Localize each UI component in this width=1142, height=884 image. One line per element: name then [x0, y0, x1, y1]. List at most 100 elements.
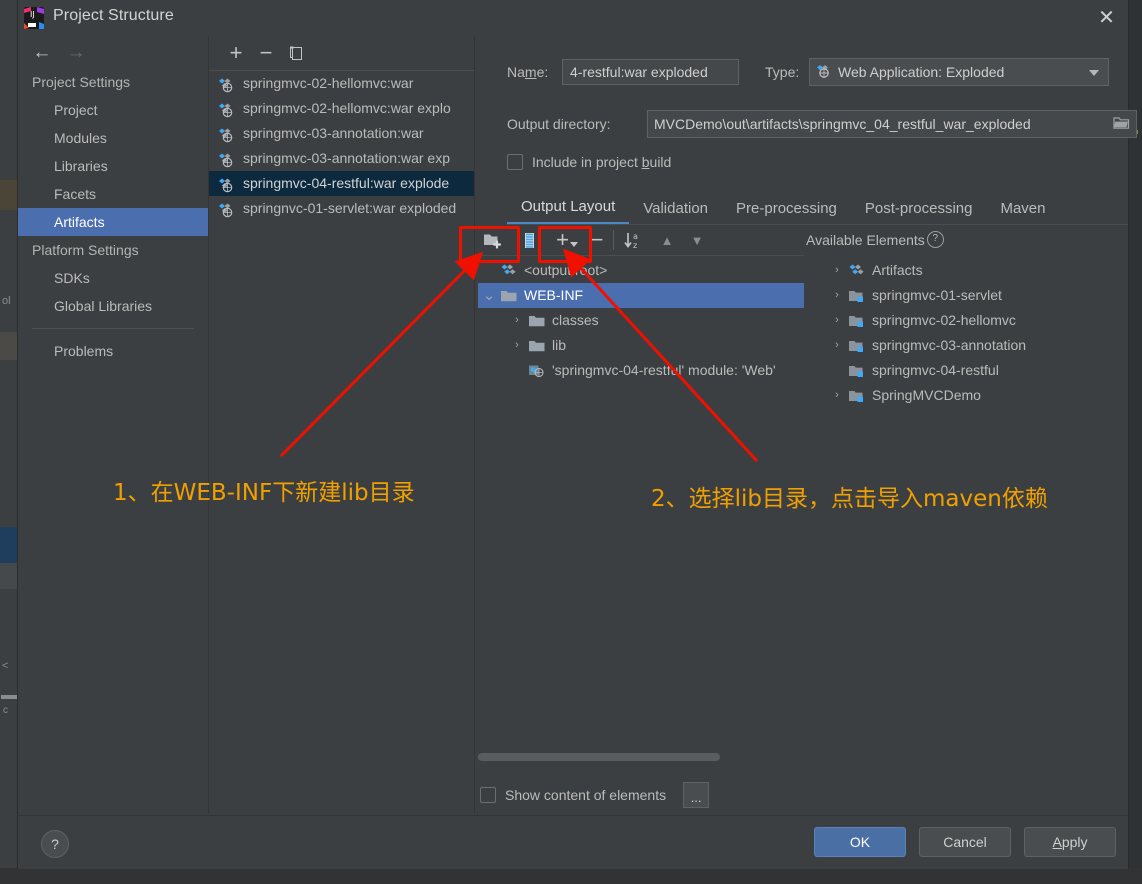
artifact-icon — [218, 126, 238, 142]
artifact-icon — [218, 76, 238, 92]
tab-output-layout[interactable]: Output Layout — [507, 192, 630, 224]
module-icon — [848, 339, 868, 353]
artifact-list-item-label: springnvc-01-servlet:war exploded — [243, 200, 457, 216]
bg-chunk-2 — [0, 332, 18, 360]
annotation-step-2: 2、选择lib目录，点击导入maven依赖 — [651, 486, 1048, 512]
artifact-list-item[interactable]: springmvc-04-restful:war explode — [209, 171, 474, 196]
artifact-type-select[interactable]: Web Application: Exploded — [809, 58, 1109, 86]
sidebar-item-problems[interactable]: Problems — [18, 337, 208, 365]
sidebar-item-artifacts[interactable]: Artifacts — [18, 208, 208, 236]
svg-text:z: z — [633, 241, 637, 250]
back-arrow-icon[interactable]: ← — [28, 42, 56, 64]
create-archive-icon[interactable] — [518, 226, 540, 254]
toolbar-divider — [613, 230, 614, 250]
sidebar-item-facets[interactable]: Facets — [18, 180, 208, 208]
artifact-list-item[interactable]: springmvc-02-hellomvc:war explo — [209, 96, 474, 121]
add-artifact-button[interactable]: + — [223, 40, 249, 66]
copy-artifact-icon[interactable] — [283, 40, 309, 66]
tree-node[interactable]: › classes — [478, 308, 804, 333]
module-icon — [848, 314, 868, 328]
tree-node[interactable]: › springmvc-03-annotation — [812, 333, 1130, 358]
artifact-list-item[interactable]: springmvc-03-annotation:war — [209, 121, 474, 146]
cancel-button[interactable]: Cancel — [919, 827, 1011, 857]
available-elements-label: Available Elements — [806, 231, 925, 248]
tree-node[interactable]: › springmvc-01-servlet — [812, 283, 1130, 308]
artifact-detail-pane: Name: 4-restful:war exploded Type: Web A… — [475, 36, 1137, 814]
sidebar-divider — [32, 328, 194, 329]
chevron-right-icon[interactable]: › — [826, 333, 848, 358]
tree-node[interactable]: › lib — [478, 333, 804, 358]
sidebar-item-sdks[interactable]: SDKs — [18, 264, 208, 292]
chevron-right-icon[interactable]: › — [506, 333, 528, 358]
tab-post-processing[interactable]: Post-processing — [851, 194, 987, 224]
artifact-list-toolbar: + − — [209, 36, 474, 71]
annotation-step-1: 1、在WEB-INF下新建lib目录 — [113, 480, 415, 506]
sidebar-item-libraries[interactable]: Libraries — [18, 152, 208, 180]
available-elements-tree: › Artifacts › springmvc-01-servlet › springmv… — [812, 258, 1130, 408]
tree-node[interactable]: › Artifacts — [812, 258, 1130, 283]
sidebar-item-global-libraries[interactable]: Global Libraries — [18, 292, 208, 320]
folder-icon — [500, 289, 520, 303]
help-button[interactable]: ? — [41, 830, 69, 858]
forward-arrow-icon[interactable]: → — [62, 42, 90, 64]
name-row: Name: 4-restful:war exploded Type: Web A… — [507, 58, 1109, 86]
ok-button[interactable]: OK — [814, 827, 906, 857]
sidebar-group-platform-settings: Platform Settings — [32, 242, 139, 258]
dialog-footer: ? OK Cancel Apply — [18, 815, 1128, 869]
tab-pre-processing[interactable]: Pre-processing — [722, 194, 851, 224]
chevron-right-icon[interactable]: › — [826, 283, 848, 308]
artifact-list-item[interactable]: springnvc-01-servlet:war exploded — [209, 196, 474, 221]
tree-node[interactable]: › springmvc-02-hellomvc — [812, 308, 1130, 333]
tree-node[interactable]: ⌄ WEB-INF — [478, 283, 804, 308]
remove-artifact-button[interactable]: − — [253, 40, 279, 66]
move-up-button[interactable]: ▲ — [654, 226, 680, 254]
tab-validation[interactable]: Validation — [629, 194, 722, 224]
bg-tab-chunk — [0, 180, 18, 210]
close-icon[interactable]: ✕ — [1085, 0, 1128, 36]
tree-node-label: classes — [552, 312, 599, 328]
chevron-right-icon[interactable]: › — [826, 308, 848, 333]
chevron-right-icon[interactable]: › — [826, 258, 848, 283]
artifact-name-input[interactable]: 4-restful:war exploded — [562, 59, 739, 85]
include-in-build-checkbox[interactable] — [507, 154, 523, 170]
chevron-down-icon — [1089, 70, 1099, 76]
chevron-right-icon[interactable]: › — [506, 308, 528, 333]
chevron-right-icon[interactable]: › — [826, 383, 848, 408]
tab-maven[interactable]: Maven — [986, 194, 1059, 224]
artifact-type-value: Web Application: Exploded — [838, 64, 1005, 80]
show-content-row: Show content of elements ... — [480, 782, 710, 808]
output-directory-label: Output directory: — [507, 116, 611, 132]
tree-node[interactable]: <output root> — [478, 258, 804, 283]
include-in-build-row[interactable]: Include in project build — [507, 154, 671, 170]
tree-node-label: springmvc-03-annotation — [872, 337, 1027, 353]
sort-alphabetically-icon[interactable]: az — [620, 226, 648, 254]
artifact-icon — [500, 264, 520, 278]
bg-char-chunk: c — [3, 705, 8, 716]
artifact-list-item[interactable]: springmvc-03-annotation:war exp — [209, 146, 474, 171]
artifact-list-item-label: springmvc-04-restful:war explode — [243, 175, 450, 191]
layout-hscrollbar[interactable] — [478, 753, 720, 761]
output-directory-input[interactable]: MVCDemo\out\artifacts\springmvc_04_restf… — [647, 110, 1137, 138]
tree-node-label: 'springmvc-04-restful' module: 'Web' — [552, 362, 776, 378]
move-down-button[interactable]: ▼ — [684, 226, 710, 254]
help-icon[interactable]: ? — [926, 231, 944, 248]
bg-text-chunk: ol — [2, 295, 11, 307]
artifact-list-item[interactable]: springmvc-02-hellomvc:war — [209, 71, 474, 96]
apply-button[interactable]: Apply — [1024, 827, 1116, 857]
tree-node-label: lib — [552, 337, 567, 353]
folder-icon — [528, 339, 548, 353]
artifact-icon — [218, 201, 238, 217]
sidebar-item-modules[interactable]: Modules — [18, 124, 208, 152]
artifact-list-item-label: springmvc-02-hellomvc:war explo — [243, 100, 451, 116]
more-options-button[interactable]: ... — [683, 782, 710, 808]
browse-folder-icon[interactable] — [1113, 115, 1130, 133]
tree-node-label: springmvc-02-hellomvc — [872, 312, 1016, 328]
sidebar-item-project[interactable]: Project — [18, 96, 208, 124]
artifact-list-item-label: springmvc-03-annotation:war exp — [243, 150, 450, 166]
show-content-checkbox[interactable] — [480, 787, 496, 803]
tree-node[interactable]: springmvc-04-restful — [812, 358, 1130, 383]
tree-node[interactable]: › SpringMVCDemo — [812, 383, 1130, 408]
folder-icon — [528, 314, 548, 328]
tree-node[interactable]: 'springmvc-04-restful' module: 'Web' — [478, 358, 804, 383]
chevron-down-icon[interactable]: ⌄ — [478, 287, 500, 305]
